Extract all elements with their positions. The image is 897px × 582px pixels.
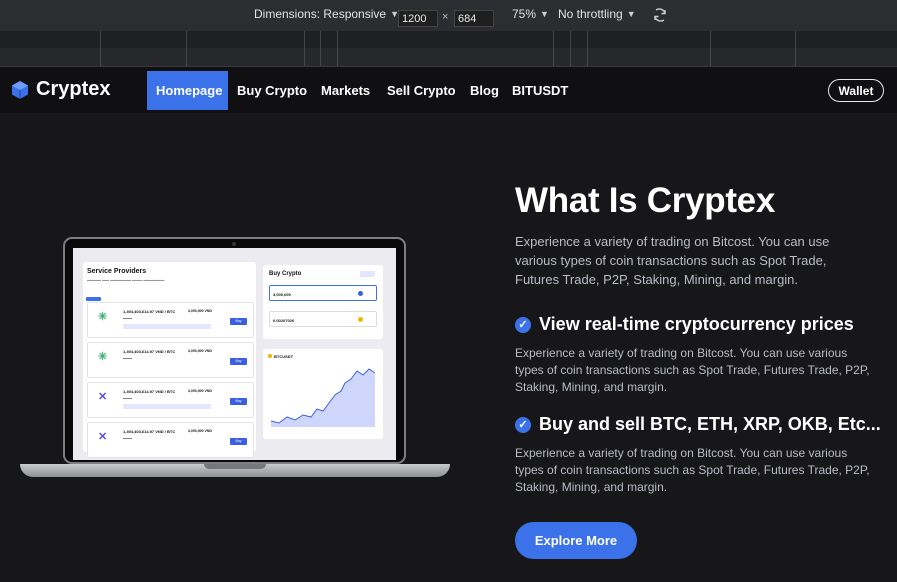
height-input[interactable]: 684	[454, 10, 494, 27]
hero-intro-line: Experience a variety of trading on Bitco…	[515, 234, 830, 249]
feature-line: Experience a variety of trading on Bitco…	[515, 446, 848, 460]
vnd-icon	[358, 291, 363, 296]
flower-icon: ✳	[98, 311, 108, 323]
zoom-label: 75%	[512, 7, 537, 21]
throttling-dropdown[interactable]: No throttling ▼	[558, 7, 636, 21]
btc-icon	[358, 317, 363, 322]
chart-title: BTCUSDT	[274, 354, 294, 359]
card-note	[123, 404, 211, 409]
btc-icon	[268, 354, 272, 358]
zoom-dropdown[interactable]: 75% ▼	[512, 7, 549, 21]
card-min: ▬▬▬	[123, 396, 132, 400]
card-min: ▬▬▬	[123, 356, 132, 360]
service-providers-panel: Service Providers ▬▬▬▬ ▬▬ ▬▬▬▬▬▬ ▬▬▬ ▬▬▬…	[83, 262, 256, 458]
card-buy-button[interactable]: Buy	[230, 398, 247, 405]
devtools-toolbar: Dimensions: Responsive ▼ 1200 × 684 75% …	[0, 0, 897, 31]
nav-link-buy-crypto[interactable]: Buy Crypto	[237, 83, 307, 98]
provider-card: ✳ 1,494,403,614.97 VND / BTC ▬▬▬ 3,000,0…	[87, 302, 254, 338]
nav-link-homepage[interactable]: Homepage	[156, 83, 222, 98]
mini-price-chart	[271, 368, 376, 427]
card-buy-button[interactable]: Buy	[230, 358, 247, 365]
feature-title: View real-time cryptocurrency prices	[539, 314, 854, 334]
rotate-icon[interactable]	[652, 7, 668, 26]
service-providers-subtitle: ▬▬▬▬ ▬▬ ▬▬▬▬▬▬ ▬▬▬ ▬▬▬▬▬▬	[87, 278, 165, 282]
dimension-separator: ×	[442, 11, 449, 23]
btcusdt-chart-panel: BTCUSDT	[263, 349, 383, 439]
card-volume: 3,000,000 VND	[188, 389, 212, 393]
brand-logo[interactable]: Cryptex	[10, 78, 110, 101]
feature-line: Staking, Mining, and margin.	[515, 480, 668, 494]
card-price: 1,494,403,614.97 VND / BTC	[123, 349, 176, 354]
nav-link-blog[interactable]: Blog	[470, 83, 499, 98]
explore-more-button[interactable]: Explore More	[515, 522, 637, 559]
pay-field[interactable]: 3,000,000	[269, 285, 377, 301]
nav-link-bitusdt[interactable]: BITUSDT	[512, 83, 568, 98]
hero-intro: Experience a variety of trading on Bitco…	[515, 232, 829, 289]
receive-field[interactable]: 0.00207026	[269, 311, 377, 327]
card-volume: 3,000,000 VND	[188, 429, 212, 433]
laptop-display: Service Providers ▬▬▬▬ ▬▬ ▬▬▬▬▬▬ ▬▬▬ ▬▬▬…	[73, 248, 396, 460]
dimensions-dropdown[interactable]: Dimensions: Responsive ▼	[254, 7, 399, 21]
laptop-notch	[204, 464, 266, 469]
brand-name: Cryptex	[36, 78, 111, 100]
hero-intro-line: Futures Trade, P2P, Staking, Mining, and…	[515, 272, 799, 287]
cube-icon	[12, 80, 28, 99]
receive-amount: 0.00207026	[273, 318, 295, 323]
wallet-button[interactable]: Wallet	[828, 79, 884, 102]
feature-line: types of coin transactions such as Spot …	[515, 363, 870, 377]
media-query-bar[interactable]	[0, 31, 897, 49]
card-price: 1,494,403,614.97 VND / BTC	[123, 389, 176, 394]
card-volume: 3,000,000 VND	[188, 309, 212, 313]
card-note	[123, 324, 211, 329]
feature-heading-prices: ✓ View real-time cryptocurrency prices	[515, 314, 854, 335]
buy-crypto-panel: Buy Crypto 3,000,000 0.00207026	[263, 265, 383, 339]
service-providers-title: Service Providers	[87, 268, 147, 275]
width-input[interactable]: 1200	[398, 10, 438, 27]
hero-title: What Is Cryptex	[515, 181, 775, 220]
feature-heading-buy-sell: ✓ Buy and sell BTC, ETH, XRP, OKB, Etc..…	[515, 414, 881, 435]
nav-link-sell-crypto[interactable]: Sell Crypto	[387, 83, 456, 98]
buy-crypto-title: Buy Crypto	[269, 271, 302, 277]
hero-intro-line: various types of coin transactions such …	[515, 253, 827, 268]
flower-icon: ✳	[98, 351, 108, 363]
buy-crypto-badge	[360, 271, 375, 277]
filter-tag	[86, 297, 101, 301]
card-buy-button[interactable]: Buy	[230, 318, 247, 325]
pay-amount: 3,000,000	[273, 292, 291, 297]
feature-line: Staking, Mining, and margin.	[515, 380, 668, 394]
feature-description: Experience a variety of trading on Bitco…	[515, 445, 870, 496]
provider-card: ✕ 1,494,403,614.97 VND / BTC ▬▬▬ 3,000,0…	[87, 382, 254, 418]
feature-title: Buy and sell BTC, ETH, XRP, OKB, Etc...	[539, 414, 881, 434]
feature-line: Experience a variety of trading on Bitco…	[515, 346, 848, 360]
provider-card: ✳ 1,494,403,614.97 VND / BTC ▬▬▬ 3,000,0…	[87, 342, 254, 378]
check-circle-icon: ✓	[515, 316, 531, 333]
nav-link-markets[interactable]: Markets	[321, 83, 370, 98]
feature-line: types of coin transactions such as Spot …	[515, 463, 870, 477]
dimensions-label: Dimensions: Responsive	[254, 7, 387, 21]
card-volume: 3,000,000 VND	[188, 349, 212, 353]
media-query-bar-secondary[interactable]	[0, 48, 897, 67]
provider-card: ✕ 1,494,403,614.97 VND / BTC ▬▬▬ 3,000,0…	[87, 422, 254, 458]
card-buy-button[interactable]: Buy	[230, 438, 247, 445]
check-circle-icon: ✓	[515, 416, 531, 433]
card-min: ▬▬▬	[123, 316, 132, 320]
card-min: ▬▬▬	[123, 436, 132, 440]
site-navbar: Cryptex Homepage Buy Crypto Markets Sell…	[0, 67, 897, 113]
card-price: 1,494,403,614.97 VND / BTC	[123, 429, 176, 434]
camera-dot	[232, 242, 236, 246]
feature-description: Experience a variety of trading on Bitco…	[515, 345, 870, 396]
x-logo-icon: ✕	[98, 391, 108, 403]
chevron-down-icon: ▼	[626, 9, 636, 19]
throttling-label: No throttling	[558, 7, 623, 21]
card-price: 1,494,403,614.97 VND / BTC	[123, 309, 176, 314]
x-logo-icon: ✕	[98, 431, 108, 443]
chevron-down-icon: ▼	[540, 9, 549, 19]
